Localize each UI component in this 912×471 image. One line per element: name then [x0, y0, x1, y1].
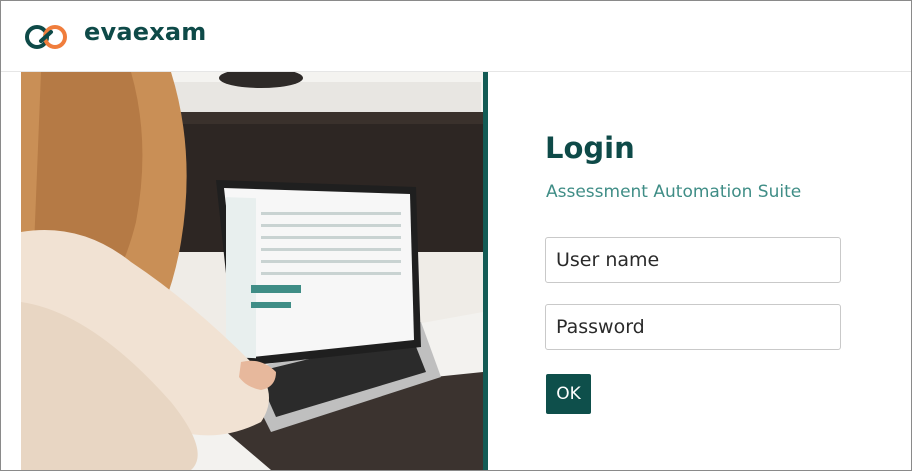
evaexam-logo-icon: [25, 25, 67, 49]
hero-photo: [21, 72, 483, 470]
username-input[interactable]: [545, 237, 841, 283]
password-input[interactable]: [545, 304, 841, 350]
login-title: Login: [545, 131, 635, 165]
panel-divider: [483, 72, 488, 470]
woman-laptop-illustration: [21, 72, 483, 470]
brand-name: evaexam: [84, 18, 207, 46]
header: evaexam: [1, 1, 911, 72]
app-window: evaexam Login Assessment Automation Suit…: [0, 0, 912, 471]
login-subtitle: Assessment Automation Suite: [546, 182, 802, 202]
ok-button[interactable]: OK: [546, 374, 591, 414]
